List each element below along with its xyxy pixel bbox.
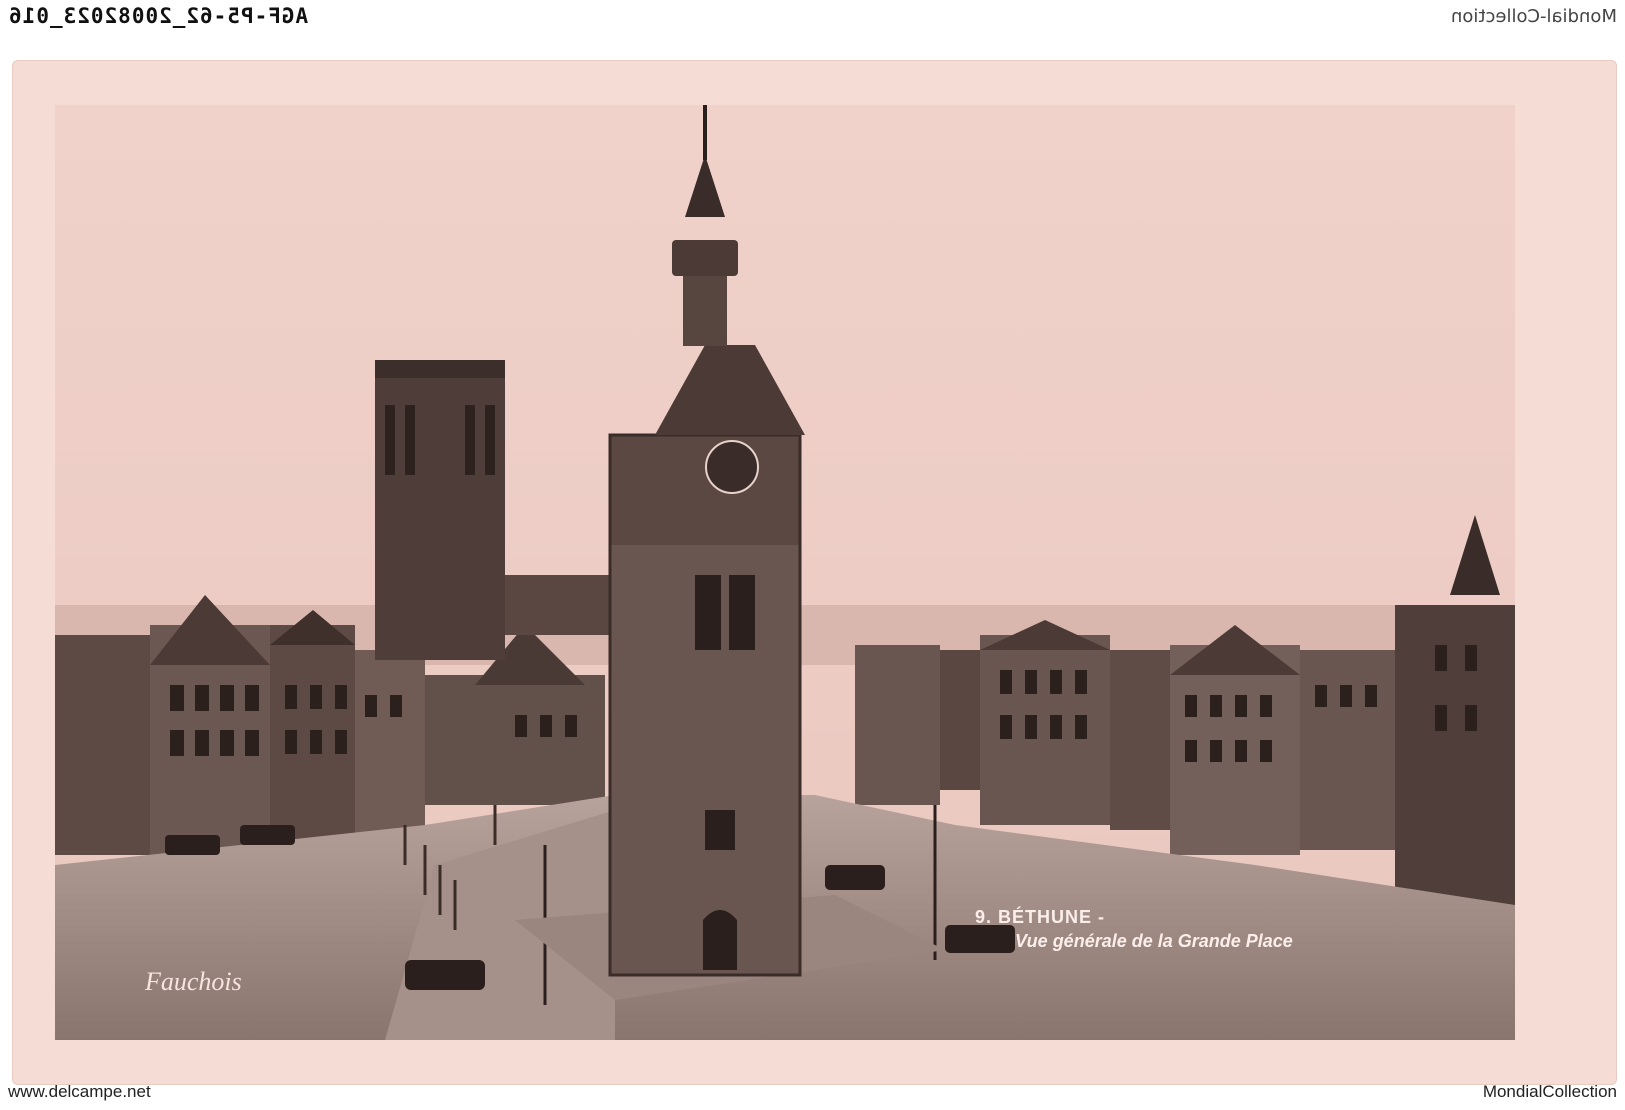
footer-left-site: www.delcampe.net [8, 1082, 151, 1101]
publisher-signature: Fauchois [144, 967, 242, 996]
caption-title: 9. BÉTHUNE - [975, 906, 1105, 927]
watermark-text: Mondial-Collection [1451, 6, 1617, 27]
caption-subtitle: Vue générale de la Grande Place [1015, 931, 1293, 951]
footer-right-site: MondialCollection [1482, 1082, 1617, 1101]
postcard-photo: 9. BÉTHUNE - Vue générale de la Grande P… [55, 105, 1515, 1040]
clock-face [705, 440, 759, 494]
reference-code: AGF-P5-62_20082023_016 [8, 4, 309, 28]
